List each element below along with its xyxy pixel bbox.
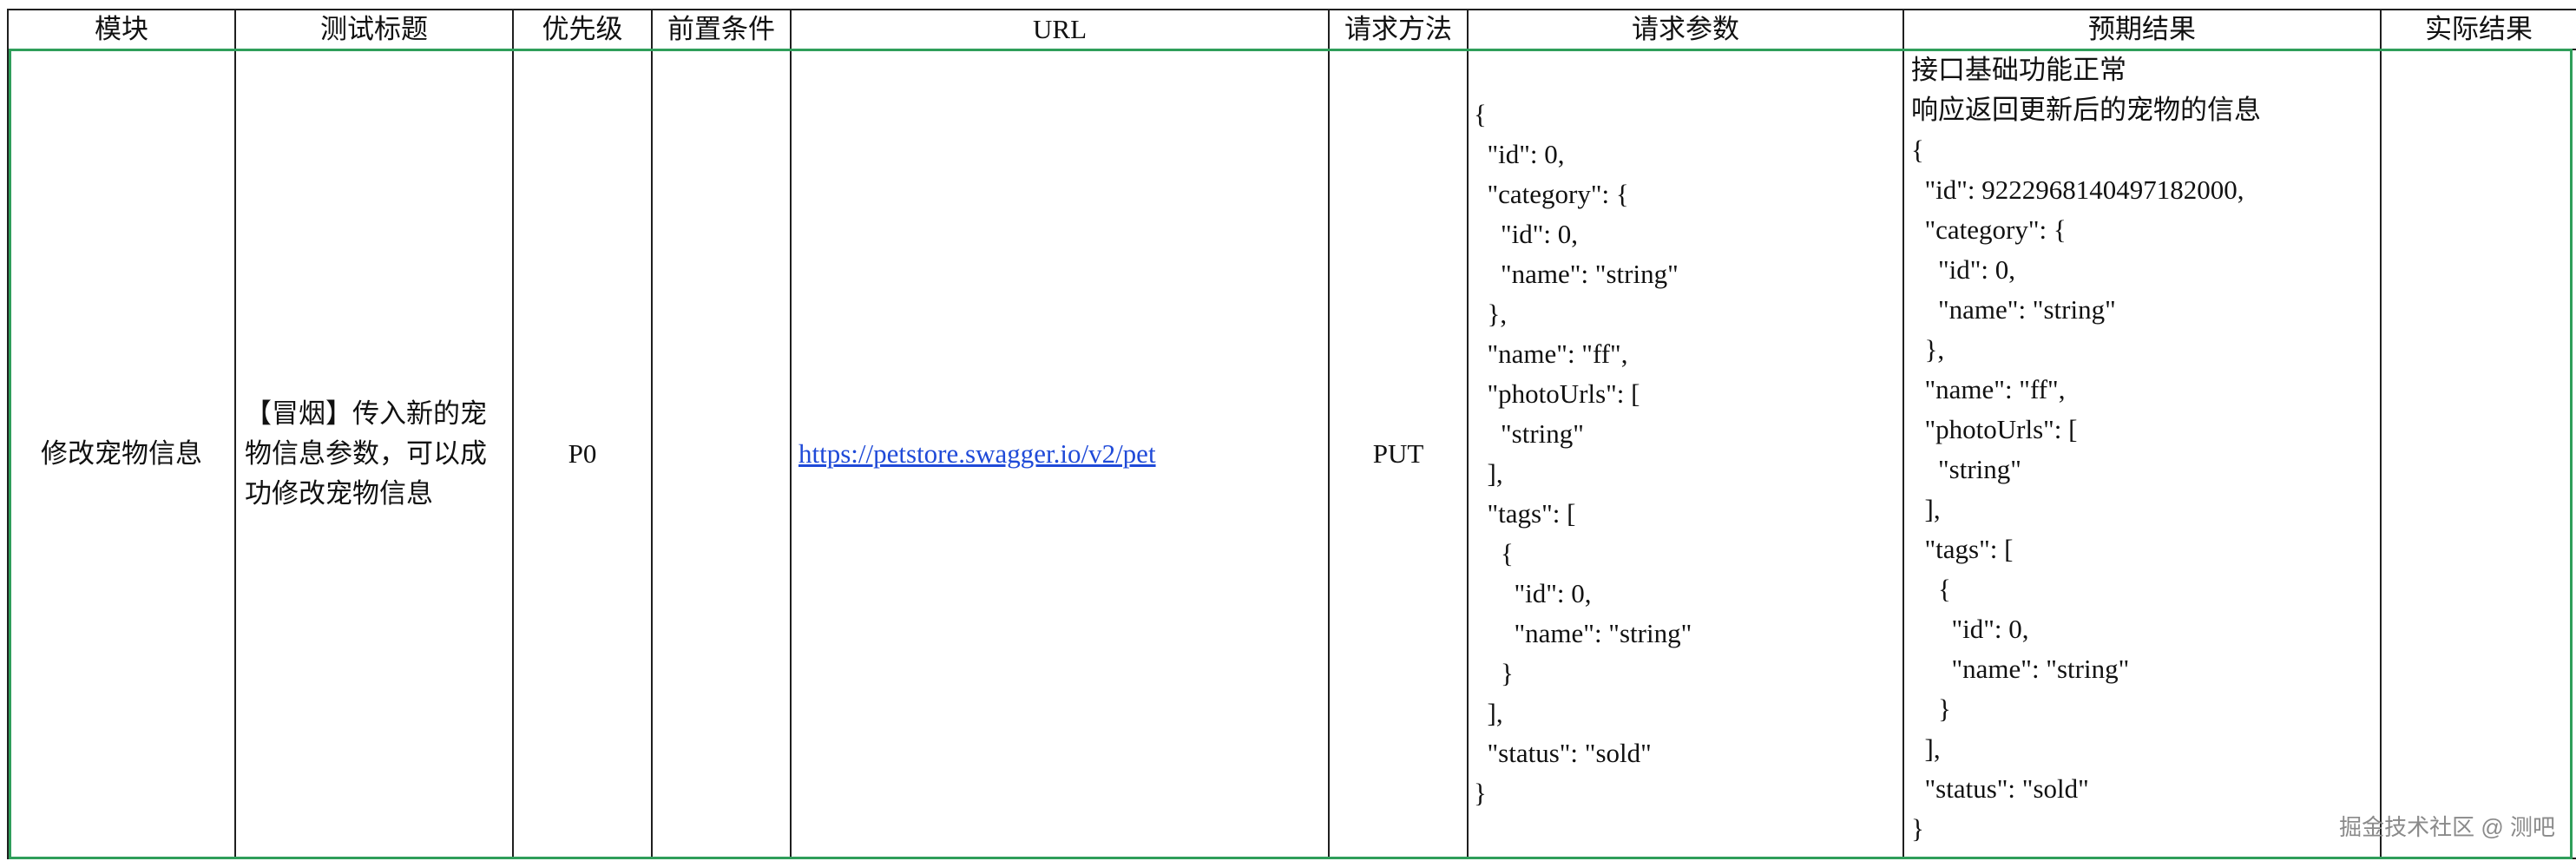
header-cell-title[interactable]: 测试标题 — [234, 9, 514, 50]
header-cell-expected[interactable]: 预期结果 — [1902, 9, 2382, 50]
cell-priority[interactable]: P0 — [512, 49, 653, 859]
expected-description-line: 响应返回更新后的宠物的信息 — [1911, 95, 2261, 125]
expected-summary-line: 接口基础功能正常 — [1911, 55, 2126, 85]
watermark-text: 掘金技术社区 @ 测吧 — [2339, 814, 2555, 840]
cell-module[interactable]: 修改宠物信息 — [7, 49, 236, 859]
header-cell-url[interactable]: URL — [790, 9, 1330, 50]
header-cell-module[interactable]: 模块 — [7, 9, 236, 50]
cell-request-params[interactable]: { "id": 0, "category": { "id": 0, "name"… — [1467, 49, 1904, 859]
cell-expected[interactable]: 接口基础功能正常 响应返回更新后的宠物的信息 { "id": 922296814… — [1902, 49, 2382, 859]
url-link[interactable]: https://petstore.swagger.io/v2/pet — [798, 438, 1156, 469]
table-row: 修改宠物信息 【冒烟】传入新的宠物信息参数，可以成功修改宠物信息 P0 http… — [7, 49, 2576, 859]
cell-actual[interactable] — [2380, 49, 2576, 859]
header-cell-method[interactable]: 请求方法 — [1328, 9, 1469, 50]
cell-title[interactable]: 【冒烟】传入新的宠物信息参数，可以成功修改宠物信息 — [234, 49, 514, 859]
header-cell-request-params[interactable]: 请求参数 — [1467, 9, 1904, 50]
cell-precondition[interactable] — [651, 49, 792, 859]
request-params-json: { "id": 0, "category": { "id": 0, "name"… — [1474, 99, 1692, 808]
header-cell-priority[interactable]: 优先级 — [512, 9, 653, 50]
expected-response-json: { "id": 9222968140497182000, "category":… — [1911, 135, 2244, 844]
cell-url[interactable]: https://petstore.swagger.io/v2/pet — [790, 49, 1330, 859]
header-cell-precondition[interactable]: 前置条件 — [651, 9, 792, 50]
header-cell-actual[interactable]: 实际结果 — [2380, 9, 2576, 50]
cell-method[interactable]: PUT — [1328, 49, 1469, 859]
spreadsheet: 模块 测试标题 优先级 前置条件 URL 请求方法 请求参数 预期结果 实际结果… — [7, 0, 2576, 861]
test-case-table: 模块 测试标题 优先级 前置条件 URL 请求方法 请求参数 预期结果 实际结果… — [7, 9, 2576, 859]
header-row: 模块 测试标题 优先级 前置条件 URL 请求方法 请求参数 预期结果 实际结果 — [7, 9, 2576, 50]
